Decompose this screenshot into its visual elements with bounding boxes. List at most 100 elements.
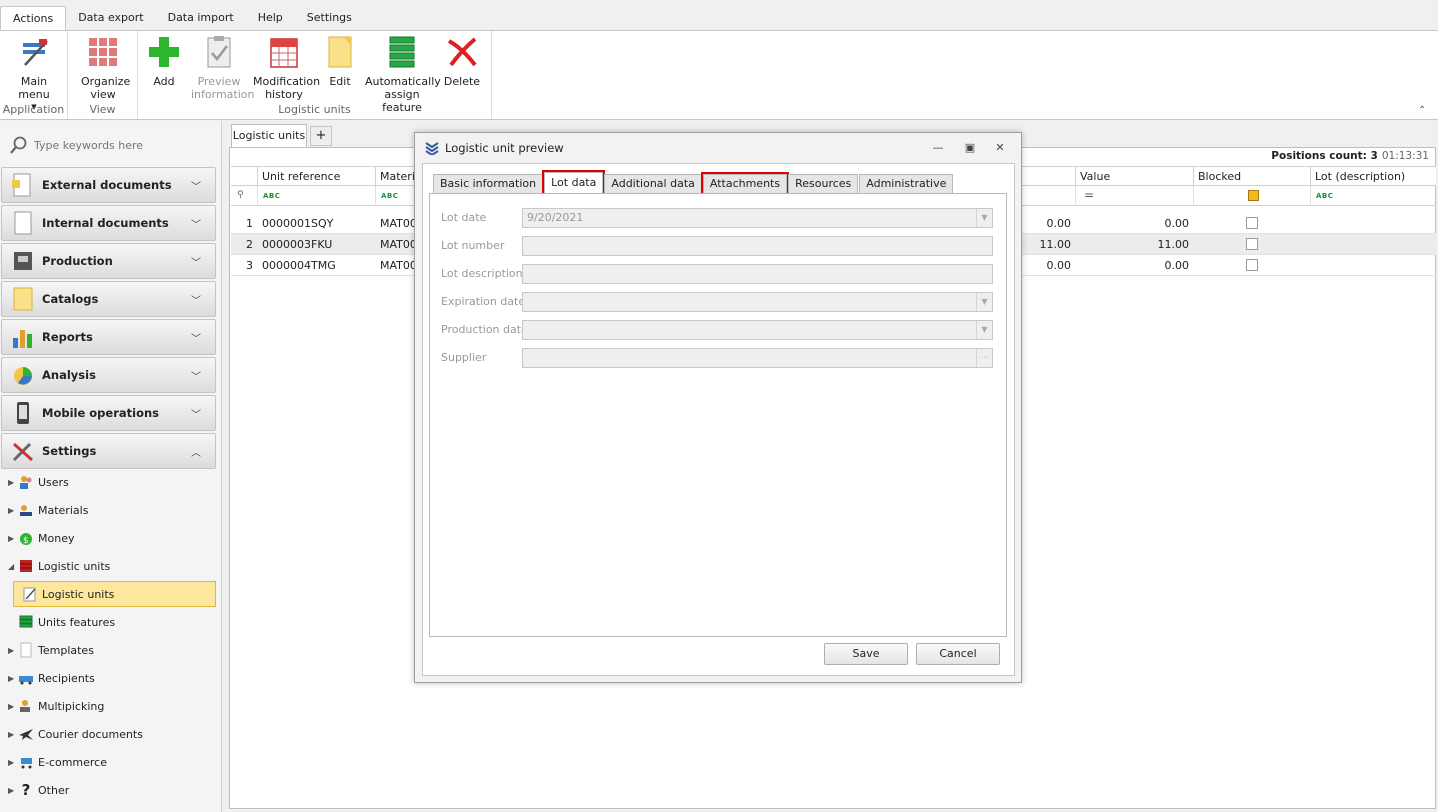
delete-button[interactable]: Delete bbox=[442, 35, 482, 88]
settings-item-courier-documents[interactable]: ▶ Courier documents bbox=[8, 723, 143, 745]
chevron-down-icon[interactable]: ▼ bbox=[976, 293, 992, 311]
tab-resources[interactable]: Resources bbox=[788, 174, 859, 194]
settings-item-money[interactable]: ▶ $ Money bbox=[8, 527, 74, 549]
positions-count: Positions count: 3 01:13:31 bbox=[1271, 150, 1429, 162]
column-blocked[interactable]: Blocked bbox=[1193, 167, 1310, 186]
modification-history-button[interactable]: Modification history bbox=[252, 35, 320, 101]
expand-arrow-icon[interactable]: ▶ bbox=[8, 730, 18, 739]
expand-arrow-icon[interactable]: ▶ bbox=[8, 646, 18, 655]
ribbon-tab-strip: Actions Data export Data import Help Set… bbox=[0, 6, 1438, 30]
filter-blocked[interactable] bbox=[1193, 186, 1310, 206]
maximize-icon[interactable]: ▣ bbox=[963, 141, 977, 155]
chevron-up-icon: ︿ bbox=[191, 448, 201, 459]
settings-item-logistic-units-child[interactable]: Logistic units bbox=[13, 581, 216, 607]
mobile-phone-icon bbox=[10, 400, 36, 426]
settings-item-materials[interactable]: ▶ Materials bbox=[8, 499, 88, 521]
organize-view-button[interactable]: Organize view bbox=[74, 35, 132, 101]
expand-arrow-icon[interactable]: ▶ bbox=[8, 478, 18, 487]
lot-date-field[interactable]: 9/20/2021 ▼ bbox=[522, 208, 993, 228]
tab-attachments[interactable]: Attachments bbox=[700, 172, 790, 196]
row-blocked-checkbox[interactable] bbox=[1246, 217, 1258, 229]
expand-arrow-icon[interactable]: ▶ bbox=[8, 702, 18, 711]
text-filter-icon: ABC bbox=[1316, 192, 1334, 200]
settings-item-templates[interactable]: ▶ Templates bbox=[8, 639, 94, 661]
settings-item-other[interactable]: ▶ ? Other bbox=[8, 779, 69, 801]
grid-view-icon bbox=[86, 35, 120, 69]
chevron-down-icon[interactable]: ▼ bbox=[976, 321, 992, 339]
checkbox-filter-icon[interactable] bbox=[1248, 190, 1259, 201]
document-tab-logistic-units[interactable]: Logistic units bbox=[231, 124, 307, 148]
nav-internal-documents[interactable]: Internal documents ﹀ bbox=[1, 205, 216, 241]
settings-item-ecommerce-label: E-commerce bbox=[38, 755, 107, 769]
save-button[interactable]: Save bbox=[824, 643, 908, 665]
expand-arrow-icon[interactable]: ▶ bbox=[8, 758, 18, 767]
lot-data-page: Lot date 9/20/2021 ▼ Lot number Lot desc… bbox=[429, 193, 1007, 637]
stack-icon bbox=[385, 35, 419, 69]
tab-administrative[interactable]: Administrative bbox=[859, 174, 954, 194]
settings-item-logistic-units[interactable]: ◢ Logistic units bbox=[8, 555, 110, 577]
tab-data-export[interactable]: Data export bbox=[66, 6, 155, 30]
expand-arrow-icon[interactable]: ▶ bbox=[8, 786, 18, 795]
edit-button[interactable]: Edit bbox=[320, 35, 360, 88]
tab-help[interactable]: Help bbox=[246, 6, 295, 30]
column-unit-reference[interactable]: Unit reference bbox=[257, 167, 375, 186]
tab-lot-data[interactable]: Lot data bbox=[542, 170, 606, 196]
edit-label: Edit bbox=[329, 75, 351, 88]
collapse-ribbon-icon[interactable]: ⌃ bbox=[1418, 105, 1428, 116]
tab-basic-information[interactable]: Basic information bbox=[433, 174, 544, 194]
search-box[interactable] bbox=[8, 133, 214, 157]
production-date-field[interactable]: ▼ bbox=[522, 320, 993, 340]
row-number: 1 bbox=[246, 217, 253, 230]
settings-item-recipients[interactable]: ▶ Recipients bbox=[8, 667, 95, 689]
expiration-date-field[interactable]: ▼ bbox=[522, 292, 993, 312]
preview-information-button[interactable]: Preview information bbox=[188, 35, 255, 101]
tab-additional-data[interactable]: Additional data bbox=[604, 174, 702, 194]
close-icon[interactable]: ✕ bbox=[993, 141, 1007, 155]
filter-material[interactable]: ABC bbox=[375, 186, 415, 206]
filter-unit-reference[interactable]: ABC bbox=[257, 186, 375, 206]
add-button[interactable]: Add bbox=[144, 35, 184, 88]
settings-item-users[interactable]: ▶ Users bbox=[8, 471, 69, 493]
chevron-down-icon[interactable]: ▼ bbox=[976, 209, 992, 227]
column-material[interactable]: Materia bbox=[375, 167, 422, 186]
nav-analysis[interactable]: Analysis ﹀ bbox=[1, 357, 216, 393]
app-accent-strip bbox=[0, 0, 70, 3]
lot-description-field[interactable] bbox=[522, 264, 993, 284]
supplier-field[interactable]: ··· bbox=[522, 348, 993, 368]
tab-data-import[interactable]: Data import bbox=[156, 6, 246, 30]
column-value[interactable]: Value bbox=[1075, 167, 1193, 186]
nav-settings[interactable]: Settings ︿ bbox=[1, 433, 216, 469]
settings-item-logistic-units-child-label: Logistic units bbox=[42, 587, 115, 601]
minimize-icon[interactable]: — bbox=[931, 141, 945, 155]
nav-mobile-operations[interactable]: Mobile operations ﹀ bbox=[1, 395, 216, 431]
row-blocked-checkbox[interactable] bbox=[1246, 238, 1258, 250]
expand-arrow-icon[interactable]: ▶ bbox=[8, 506, 18, 515]
bar-chart-icon bbox=[10, 324, 36, 350]
settings-item-multipicking[interactable]: ▶ Multipicking bbox=[8, 695, 104, 717]
nav-internal-documents-label: Internal documents bbox=[42, 216, 169, 230]
column-lot-description[interactable]: Lot (description) bbox=[1310, 167, 1436, 186]
nav-catalogs[interactable]: Catalogs ﹀ bbox=[1, 281, 216, 317]
ellipsis-icon[interactable]: ··· bbox=[976, 349, 992, 367]
add-tab-button[interactable]: + bbox=[310, 126, 332, 146]
expiration-date-label: Expiration date bbox=[441, 295, 526, 308]
tab-settings[interactable]: Settings bbox=[295, 6, 364, 30]
filter-value[interactable]: = bbox=[1075, 186, 1193, 206]
nav-reports[interactable]: Reports ﹀ bbox=[1, 319, 216, 355]
settings-item-ecommerce[interactable]: ▶ E-commerce bbox=[8, 751, 107, 773]
text-filter-icon: ABC bbox=[263, 192, 281, 200]
nav-external-documents[interactable]: External documents ﹀ bbox=[1, 167, 216, 203]
lot-number-field[interactable] bbox=[522, 236, 993, 256]
cancel-button[interactable]: Cancel bbox=[916, 643, 1000, 665]
expand-arrow-icon[interactable]: ▶ bbox=[8, 674, 18, 683]
collapse-arrow-icon[interactable]: ◢ bbox=[8, 562, 18, 571]
tab-actions[interactable]: Actions bbox=[0, 6, 67, 30]
search-input[interactable] bbox=[34, 138, 214, 152]
filter-lot-description[interactable]: ABC bbox=[1310, 186, 1436, 206]
row-blocked-checkbox[interactable] bbox=[1246, 259, 1258, 271]
expand-arrow-icon[interactable]: ▶ bbox=[8, 534, 18, 543]
row-number: 3 bbox=[246, 259, 253, 272]
settings-item-units-features[interactable]: Units features bbox=[18, 611, 115, 633]
nav-production[interactable]: Production ﹀ bbox=[1, 243, 216, 279]
row-material: MAT000 bbox=[380, 238, 416, 251]
